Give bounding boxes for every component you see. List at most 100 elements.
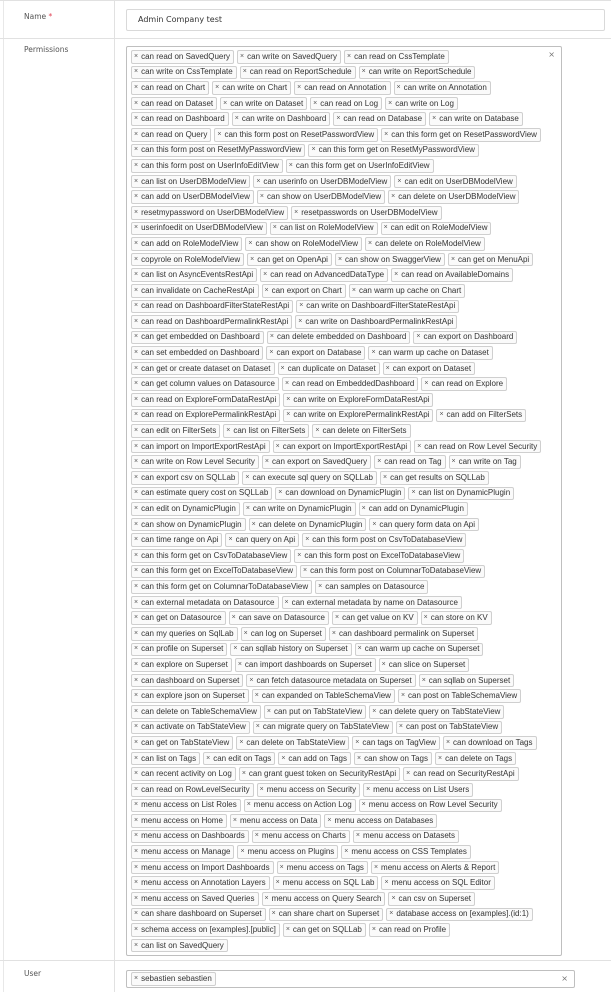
chip-remove-icon[interactable]: × [332, 628, 336, 640]
chip-remove-icon[interactable]: × [235, 113, 239, 125]
chip-remove-icon[interactable]: × [382, 659, 386, 671]
chip-remove-icon[interactable]: × [362, 66, 366, 78]
chip-remove-icon[interactable]: × [286, 409, 290, 421]
chip-remove-icon[interactable]: × [374, 862, 378, 874]
chip-remove-icon[interactable]: × [276, 877, 280, 889]
chip-remove-icon[interactable]: × [134, 316, 138, 328]
chip-remove-icon[interactable]: × [244, 628, 248, 640]
chip-remove-icon[interactable]: × [206, 753, 210, 765]
chip-remove-icon[interactable]: × [391, 191, 395, 203]
chip-remove-icon[interactable]: × [362, 503, 366, 515]
chip-remove-icon[interactable]: × [242, 768, 246, 780]
chip-remove-icon[interactable]: × [446, 737, 450, 749]
chip-remove-icon[interactable]: × [452, 456, 456, 468]
chip-remove-icon[interactable]: × [439, 409, 443, 421]
chip-remove-icon[interactable]: × [280, 862, 284, 874]
chip-remove-icon[interactable]: × [134, 441, 138, 453]
chip-remove-icon[interactable]: × [134, 721, 138, 733]
chip-remove-icon[interactable]: × [134, 363, 138, 375]
chip-remove-icon[interactable]: × [438, 753, 442, 765]
chip-remove-icon[interactable]: × [267, 706, 271, 718]
chip-remove-icon[interactable]: × [134, 815, 138, 827]
chip-remove-icon[interactable]: × [134, 737, 138, 749]
chip-remove-icon[interactable]: × [134, 659, 138, 671]
chip-remove-icon[interactable]: × [240, 846, 244, 858]
chip-remove-icon[interactable]: × [134, 519, 138, 531]
chip-remove-icon[interactable]: × [134, 425, 138, 437]
chip-remove-icon[interactable]: × [344, 846, 348, 858]
chip-remove-icon[interactable]: × [260, 191, 264, 203]
chip-remove-icon[interactable]: × [356, 830, 360, 842]
chip-remove-icon[interactable]: × [134, 331, 138, 343]
chip-remove-icon[interactable]: × [372, 519, 376, 531]
chip-remove-icon[interactable]: × [134, 753, 138, 765]
chip-remove-icon[interactable]: × [134, 394, 138, 406]
chip-remove-icon[interactable]: × [338, 254, 342, 266]
chip-remove-icon[interactable]: × [362, 799, 366, 811]
chip-remove-icon[interactable]: × [357, 753, 361, 765]
chip-remove-icon[interactable]: × [303, 565, 307, 577]
chip-remove-icon[interactable]: × [134, 706, 138, 718]
chip-remove-icon[interactable]: × [297, 550, 301, 562]
chip-remove-icon[interactable]: × [134, 784, 138, 796]
chip-remove-icon[interactable]: × [432, 113, 436, 125]
chip-remove-icon[interactable]: × [239, 737, 243, 749]
chip-remove-icon[interactable]: × [248, 238, 252, 250]
chip-remove-icon[interactable]: × [134, 690, 138, 702]
chip-remove-icon[interactable]: × [233, 815, 237, 827]
chip-remove-icon[interactable]: × [424, 378, 428, 390]
name-input[interactable]: Admin Company test [126, 9, 605, 31]
chip-remove-icon[interactable]: × [289, 160, 293, 172]
chip-remove-icon[interactable]: × [226, 425, 230, 437]
chip-remove-icon[interactable]: × [298, 316, 302, 328]
chip-remove-icon[interactable]: × [134, 597, 138, 609]
chip-remove-icon[interactable]: × [134, 862, 138, 874]
chip-remove-icon[interactable]: × [255, 830, 259, 842]
chip-remove-icon[interactable]: × [134, 846, 138, 858]
chip-remove-icon[interactable]: × [256, 721, 260, 733]
chip-remove-icon[interactable]: × [233, 643, 237, 655]
chip-remove-icon[interactable]: × [263, 269, 267, 281]
chip-remove-icon[interactable]: × [134, 643, 138, 655]
chip-remove-icon[interactable]: × [243, 66, 247, 78]
chip-remove-icon[interactable]: × [384, 877, 388, 889]
chip-remove-icon[interactable]: × [286, 394, 290, 406]
chip-remove-icon[interactable]: × [352, 285, 356, 297]
chip-remove-icon[interactable]: × [286, 924, 290, 936]
chip-remove-icon[interactable]: × [297, 82, 301, 94]
chip-remove-icon[interactable]: × [134, 160, 138, 172]
chip-remove-icon[interactable]: × [134, 799, 138, 811]
chip-remove-icon[interactable]: × [383, 472, 387, 484]
chip-remove-icon[interactable]: × [134, 908, 138, 920]
chip-remove-icon[interactable]: × [336, 113, 340, 125]
chip-remove-icon[interactable]: × [270, 331, 274, 343]
chip-remove-icon[interactable]: × [281, 363, 285, 375]
chip-remove-icon[interactable]: × [399, 721, 403, 733]
chip-remove-icon[interactable]: × [134, 534, 138, 546]
chip-remove-icon[interactable]: × [281, 753, 285, 765]
chip-remove-icon[interactable]: × [134, 51, 138, 63]
chip-remove-icon[interactable]: × [265, 285, 269, 297]
chip-remove-icon[interactable]: × [318, 581, 322, 593]
chip-remove-icon[interactable]: × [416, 331, 420, 343]
chip-remove-icon[interactable]: × [406, 768, 410, 780]
chip-remove-icon[interactable]: × [134, 877, 138, 889]
chip-remove-icon[interactable]: × [265, 456, 269, 468]
chip-remove-icon[interactable]: × [134, 924, 138, 936]
chip-remove-icon[interactable]: × [249, 675, 253, 687]
chip-remove-icon[interactable]: × [134, 300, 138, 312]
chip-remove-icon[interactable]: × [134, 238, 138, 250]
chip-remove-icon[interactable]: × [134, 113, 138, 125]
chip-remove-icon[interactable]: × [134, 269, 138, 281]
chip-remove-icon[interactable]: × [134, 565, 138, 577]
user-clear-icon[interactable]: × [561, 974, 568, 983]
chip-remove-icon[interactable]: × [134, 472, 138, 484]
chip-remove-icon[interactable]: × [384, 129, 388, 141]
chip-remove-icon[interactable]: × [134, 144, 138, 156]
chip-remove-icon[interactable]: × [134, 191, 138, 203]
chip-remove-icon[interactable]: × [311, 144, 315, 156]
chip-remove-icon[interactable]: × [422, 675, 426, 687]
chip-remove-icon[interactable]: × [355, 737, 359, 749]
chip-remove-icon[interactable]: × [250, 254, 254, 266]
chip-remove-icon[interactable]: × [269, 347, 273, 359]
